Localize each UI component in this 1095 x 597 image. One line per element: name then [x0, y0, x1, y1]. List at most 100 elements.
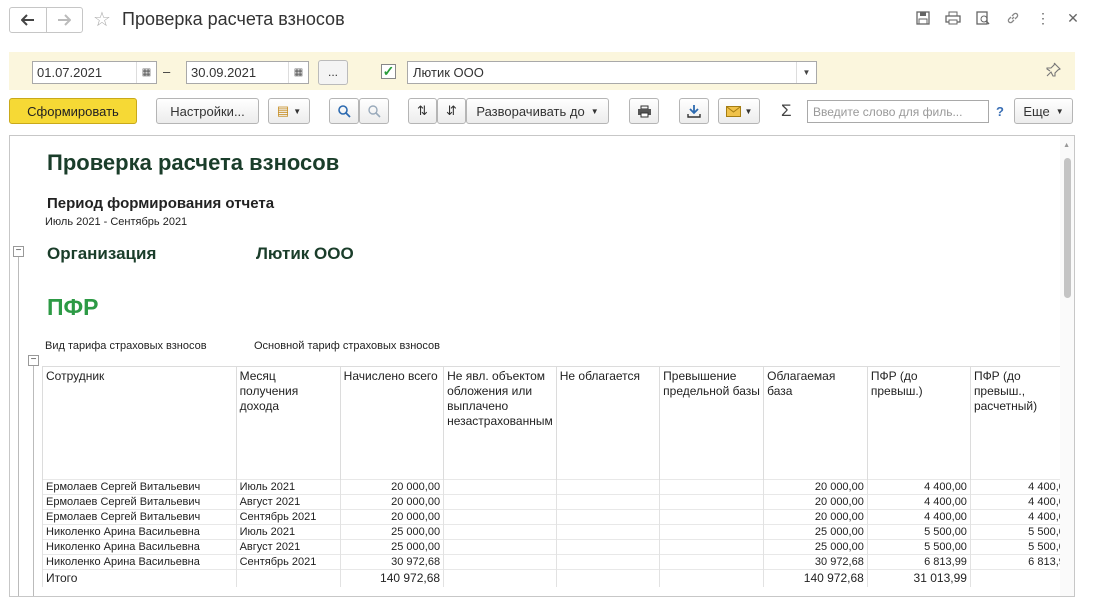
report-document[interactable]: − − Проверка расчета взносов Период форм… — [9, 135, 1075, 597]
variants-button[interactable]: ▤ ▼ — [268, 98, 310, 124]
calendar-icon[interactable]: ▦ — [136, 62, 156, 83]
table-cell[interactable] — [235, 569, 341, 587]
more-vertical-icon[interactable]: ⋮ — [1035, 10, 1051, 26]
total-label[interactable]: Итого — [42, 569, 237, 587]
total-cell[interactable] — [555, 569, 660, 587]
total-cell[interactable] — [969, 569, 1074, 587]
table-cell[interactable] — [443, 479, 557, 495]
table-cell[interactable] — [659, 509, 764, 525]
chevron-down-icon[interactable]: ▼ — [796, 62, 816, 83]
help-icon[interactable]: ? — [996, 104, 1004, 119]
table-cell[interactable] — [555, 479, 660, 495]
save-file-button[interactable] — [679, 98, 709, 124]
print-button[interactable] — [629, 98, 659, 124]
table-cell[interactable]: 5 500,00 — [866, 524, 971, 540]
table-row[interactable]: Николенко Арина Васильевна Август 2021 2… — [42, 539, 1074, 555]
table-cell[interactable] — [443, 494, 557, 510]
table-cell[interactable]: Николенко Арина Васильевна — [42, 554, 237, 570]
table-cell[interactable]: Июль 2021 — [235, 524, 341, 540]
more-button[interactable]: Еще ▼ — [1014, 98, 1073, 124]
close-icon[interactable]: ✕ — [1065, 10, 1081, 26]
scrollbar-thumb[interactable] — [1064, 158, 1071, 298]
table-row[interactable]: Ермолаев Сергей Витальевич Сентябрь 2021… — [42, 509, 1074, 525]
calendar-icon[interactable]: ▦ — [288, 62, 308, 83]
table-cell[interactable]: Август 2021 — [235, 494, 341, 510]
scroll-up-icon[interactable]: ▲ — [1063, 142, 1070, 149]
search-input[interactable]: Введите слово для филь... — [807, 100, 989, 123]
table-cell[interactable]: 25 000,00 — [763, 539, 868, 555]
table-cell[interactable]: 4 400,00 — [866, 509, 971, 525]
table-cell[interactable]: 25 000,00 — [339, 539, 444, 555]
table-cell[interactable] — [555, 509, 660, 525]
table-cell[interactable]: 20 000,00 — [339, 509, 444, 525]
table-cell[interactable]: Июль 2021 — [235, 479, 341, 495]
table-cell[interactable] — [443, 539, 557, 555]
date-to-field[interactable]: 30.09.2021 ▦ — [186, 61, 309, 84]
table-cell[interactable]: 4 400,00 — [969, 479, 1074, 495]
table-cell[interactable] — [659, 524, 764, 540]
column-header[interactable]: ПФР (до превыш., расчетный) — [969, 366, 1074, 480]
table-cell[interactable]: 20 000,00 — [339, 479, 444, 495]
total-row[interactable]: Итого 140 972,68 140 972,68 31 013,99 — [42, 569, 1074, 587]
table-cell[interactable]: 25 000,00 — [763, 524, 868, 540]
column-header[interactable]: Превышение предельной базы — [659, 366, 764, 480]
sort-ascending-button[interactable]: ⇅ — [408, 98, 437, 124]
back-button[interactable] — [10, 8, 46, 32]
collapse-group-icon[interactable]: − — [28, 355, 39, 366]
table-cell[interactable]: 4 400,00 — [866, 479, 971, 495]
total-cell[interactable]: 140 972,68 — [763, 569, 868, 587]
column-header[interactable]: Не облагается — [555, 366, 660, 480]
table-cell[interactable]: Сентябрь 2021 — [235, 554, 341, 570]
pin-icon[interactable] — [1045, 62, 1061, 83]
table-cell[interactable] — [443, 509, 557, 525]
column-header[interactable]: Месяц получения дохода — [235, 366, 341, 480]
table-cell[interactable]: Ермолаев Сергей Витальевич — [42, 479, 237, 495]
settings-button[interactable]: Настройки... — [156, 98, 259, 124]
table-cell[interactable] — [555, 554, 660, 570]
table-cell[interactable]: Сентябрь 2021 — [235, 509, 341, 525]
find-next-button[interactable] — [359, 98, 389, 124]
table-row[interactable]: Николенко Арина Васильевна Сентябрь 2021… — [42, 554, 1074, 570]
table-cell[interactable]: 25 000,00 — [339, 524, 444, 540]
table-cell[interactable]: 20 000,00 — [763, 479, 868, 495]
table-cell[interactable]: 5 500,00 — [969, 524, 1074, 540]
column-header[interactable]: Не явл. объектом обложения или выплачено… — [443, 366, 557, 480]
table-cell[interactable] — [555, 524, 660, 540]
table-cell[interactable]: 5 500,00 — [866, 539, 971, 555]
favorite-star-icon[interactable]: ☆ — [93, 7, 111, 32]
date-from-field[interactable]: 01.07.2021 ▦ — [32, 61, 157, 84]
column-header[interactable]: Облагаемая база — [763, 366, 868, 480]
save-icon[interactable] — [915, 10, 931, 26]
collapse-group-icon[interactable]: − — [13, 246, 24, 257]
table-cell[interactable] — [443, 554, 557, 570]
table-cell[interactable]: 20 000,00 — [339, 494, 444, 510]
table-cell[interactable]: 20 000,00 — [763, 509, 868, 525]
print-icon[interactable] — [945, 10, 961, 26]
organization-checkbox[interactable]: ✓ — [381, 64, 396, 79]
total-cell[interactable] — [443, 569, 557, 587]
preview-icon[interactable] — [975, 10, 991, 26]
period-select-button[interactable]: ... — [318, 60, 348, 85]
table-cell[interactable]: Ермолаев Сергей Витальевич — [42, 509, 237, 525]
column-header[interactable]: Сотрудник — [42, 366, 237, 480]
vertical-scrollbar[interactable]: ▲ — [1060, 136, 1074, 596]
table-row[interactable]: Ермолаев Сергей Витальевич Июль 2021 20 … — [42, 479, 1074, 495]
table-cell[interactable] — [555, 494, 660, 510]
table-cell[interactable]: 4 400,00 — [969, 494, 1074, 510]
table-cell[interactable]: 30 972,68 — [763, 554, 868, 570]
sum-icon[interactable]: Σ — [781, 101, 792, 121]
table-cell[interactable]: 20 000,00 — [763, 494, 868, 510]
table-cell[interactable] — [659, 554, 764, 570]
total-cell[interactable]: 31 013,99 — [866, 569, 971, 587]
table-cell[interactable] — [659, 494, 764, 510]
table-cell[interactable]: Николенко Арина Васильевна — [42, 539, 237, 555]
column-header[interactable]: ПФР (до превыш.) — [866, 366, 971, 480]
table-cell[interactable] — [555, 539, 660, 555]
column-header[interactable]: Начислено всего — [339, 366, 444, 480]
find-button[interactable] — [329, 98, 359, 124]
table-cell[interactable]: Ермолаев Сергей Витальевич — [42, 494, 237, 510]
table-row[interactable]: Николенко Арина Васильевна Июль 2021 25 … — [42, 524, 1074, 540]
table-cell[interactable] — [659, 539, 764, 555]
generate-button[interactable]: Сформировать — [9, 98, 137, 124]
table-cell[interactable]: 6 813,99 — [866, 554, 971, 570]
